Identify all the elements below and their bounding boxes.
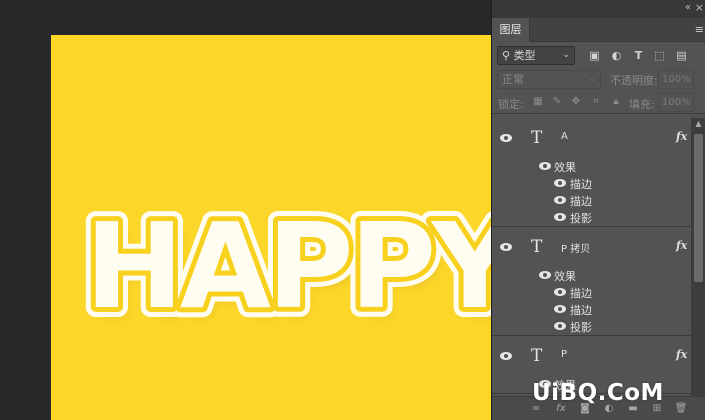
effect-row[interactable]: 描边 xyxy=(492,301,691,318)
effects-row[interactable]: 效果 xyxy=(492,267,691,284)
filter-row: ⚲ 类型 ⌄ ▣ ◐ T ⬚ ▤ xyxy=(492,42,705,68)
lock-position-icon[interactable]: ✥ xyxy=(570,96,582,108)
eye-icon[interactable] xyxy=(500,134,512,142)
panel-title-bar: « × xyxy=(492,0,705,18)
lock-label: 锁定: xyxy=(498,98,524,111)
filter-kind-label: 类型 xyxy=(513,49,536,62)
lock-row: 锁定: ▦ ✎ ✥ ⌗ 🔒︎ 填充: 100% xyxy=(492,90,705,114)
lock-transparent-icon[interactable]: ▦ xyxy=(532,96,544,108)
panel-menu-icon[interactable]: ≡ xyxy=(695,23,704,36)
eye-icon[interactable] xyxy=(539,271,551,279)
fill-field[interactable]: 100% xyxy=(658,93,694,112)
effect-row[interactable]: 描边 xyxy=(492,192,691,209)
opacity-field[interactable]: 100% xyxy=(658,70,694,89)
watermark: UiBQ.CoM xyxy=(532,380,664,406)
layer-name[interactable]: P 拷贝 xyxy=(561,240,590,255)
effect-label: 投影 xyxy=(570,321,592,334)
layer-item[interactable]: T P 拷贝 fx ^ 效果 描边 描边 投影 xyxy=(492,227,691,336)
effect-label: 投影 xyxy=(570,212,592,225)
effect-label: 描边 xyxy=(570,195,592,208)
fill-label: 填充: xyxy=(629,98,655,111)
chevron-down-icon: ⌄ xyxy=(588,74,596,84)
effect-label: 描边 xyxy=(570,287,592,300)
layer-name[interactable]: P xyxy=(561,349,567,360)
effect-row[interactable]: 投影 xyxy=(492,209,691,226)
eye-icon[interactable] xyxy=(554,305,566,313)
document-canvas[interactable]: HAPPY HAPPY HAPPY HAPPY xyxy=(51,35,491,420)
double-chevron-icon[interactable]: « xyxy=(685,2,691,13)
panel-tab-row: 图层 ≡ xyxy=(492,18,705,42)
lock-all-icon[interactable]: 🔒︎ xyxy=(610,96,622,108)
text-layer-icon: T xyxy=(531,346,543,366)
happy-artwork: HAPPY HAPPY HAPPY HAPPY xyxy=(75,187,491,345)
filter-smart-object-icon[interactable]: ▤ xyxy=(675,49,688,62)
chevron-down-icon: ⌄ xyxy=(562,50,570,60)
blend-mode-value: 正常 xyxy=(502,73,524,86)
effects-label: 效果 xyxy=(554,161,576,174)
tab-layers[interactable]: 图层 xyxy=(492,18,530,42)
effects-row[interactable]: 效果 xyxy=(492,158,691,175)
filter-shape-icon[interactable]: ⬚ xyxy=(653,49,666,62)
workspace: HAPPY HAPPY HAPPY HAPPY xyxy=(0,0,491,420)
layer-name[interactable]: A xyxy=(561,131,568,142)
eye-icon[interactable] xyxy=(500,243,512,251)
text-layer-icon: T xyxy=(531,128,543,148)
eye-icon[interactable] xyxy=(554,322,566,330)
layer-row[interactable]: T A fx ^ xyxy=(492,118,691,158)
effect-label: 描边 xyxy=(570,304,592,317)
layer-row[interactable]: T P 拷贝 fx ^ xyxy=(492,227,691,267)
trash-icon[interactable]: 🗑︎ xyxy=(674,402,688,416)
effect-row[interactable]: 描边 xyxy=(492,284,691,301)
effects-label: 效果 xyxy=(554,270,576,283)
eye-icon[interactable] xyxy=(539,162,551,170)
filter-pixel-icon[interactable]: ▣ xyxy=(588,49,601,62)
effect-row[interactable]: 描边 xyxy=(492,175,691,192)
blend-row: 正常 ⌄ 不透明度: 100% xyxy=(492,68,705,90)
filter-adjustment-icon[interactable]: ◐ xyxy=(610,49,623,62)
eye-icon[interactable] xyxy=(500,352,512,360)
eye-icon[interactable] xyxy=(554,213,566,221)
eye-icon[interactable] xyxy=(554,179,566,187)
layer-list: T A fx ^ 效果 描边 描边 投影 xyxy=(492,118,691,396)
opacity-label: 不透明度: xyxy=(610,74,658,87)
lock-paint-icon[interactable]: ✎ xyxy=(551,96,563,108)
layer-item[interactable]: T A fx ^ 效果 描边 描边 投影 xyxy=(492,118,691,227)
layer-list-scrollbar[interactable]: ▲ xyxy=(691,118,705,396)
blend-mode-select[interactable]: 正常 ⌄ xyxy=(497,70,601,89)
effect-row[interactable]: 投影 xyxy=(492,318,691,335)
lock-artboard-icon[interactable]: ⌗ xyxy=(590,96,602,108)
scroll-up-icon[interactable]: ▲ xyxy=(691,118,705,130)
fx-icon[interactable]: fx xyxy=(676,348,687,361)
filter-kind-select[interactable]: ⚲ 类型 ⌄ xyxy=(497,46,575,65)
fx-icon[interactable]: fx xyxy=(676,130,687,143)
scrollbar-thumb[interactable] xyxy=(694,134,703,282)
fx-icon[interactable]: fx xyxy=(676,239,687,252)
eye-icon[interactable] xyxy=(554,196,566,204)
layer-row[interactable]: T P fx ^ xyxy=(492,336,691,376)
text-layer-icon: T xyxy=(531,237,543,257)
filter-type-icon[interactable]: T xyxy=(632,49,645,62)
eye-icon[interactable] xyxy=(554,288,566,296)
layers-panel: « × 图层 ≡ ⚲ 类型 ⌄ ▣ ◐ T ⬚ ▤ 正常 ⌄ 不透明度: 100… xyxy=(491,0,705,420)
close-icon[interactable]: × xyxy=(695,1,704,14)
search-icon: ⚲ xyxy=(502,49,514,62)
art-fill: HAPPY xyxy=(85,197,491,335)
effect-label: 描边 xyxy=(570,178,592,191)
